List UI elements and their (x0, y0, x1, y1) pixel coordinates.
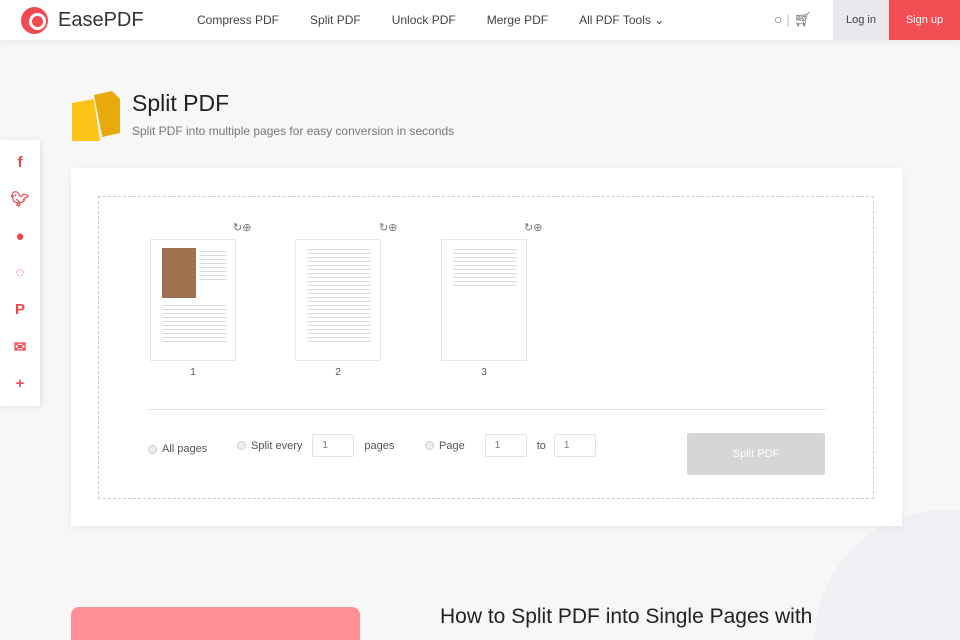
section-heading: How to Split PDF into Single Pages with (440, 605, 813, 628)
page-label: Page (439, 439, 465, 452)
nav-compress[interactable]: Compress PDF (197, 13, 279, 27)
all-pages-label: All pages (162, 443, 208, 455)
page-number: 3 (481, 367, 487, 378)
split-tool-card: ↻⊕ 1 ↻⊕ 2 ↻⊕ 3 All pages Split everypage… (71, 168, 902, 526)
split-every-input[interactable] (312, 434, 355, 457)
login-button[interactable]: Log in (833, 0, 889, 40)
page-title: Split PDF (132, 90, 230, 116)
whatsapp-icon[interactable]: ◌ (16, 264, 25, 281)
nav-all-tools[interactable]: All PDF Tools ⌄ (579, 13, 664, 27)
chevron-down-icon: ⌄ (654, 13, 665, 27)
nav-split[interactable]: Split PDF (310, 13, 361, 27)
option-all-pages[interactable]: All pages (148, 443, 207, 455)
radio-split-every[interactable] (237, 441, 246, 450)
illustration-card (71, 607, 360, 640)
to-label: to (536, 439, 546, 452)
brand-name[interactable]: EasePDF (58, 9, 144, 32)
page-from-input[interactable] (484, 434, 527, 457)
pages-label: pages (364, 439, 395, 452)
cart-icon[interactable]: 🛒︎ (794, 11, 812, 27)
radio-all-pages[interactable] (148, 444, 157, 454)
nav-unlock[interactable]: Unlock PDF (392, 13, 456, 27)
signup-button[interactable]: Sign up (889, 0, 960, 40)
nav-merge[interactable]: Merge PDF (487, 13, 548, 27)
divider (148, 409, 826, 410)
page-number: 1 (190, 367, 196, 378)
nav-all-tools-label: All PDF Tools (579, 13, 651, 27)
split-pdf-icon (72, 91, 120, 141)
page-number: 2 (335, 367, 341, 378)
rotate-icon[interactable]: ↻ (233, 222, 242, 234)
option-page-range[interactable]: Page to (425, 434, 596, 457)
page-to-input[interactable] (553, 434, 596, 457)
split-pdf-button[interactable]: Split PDF (687, 433, 825, 475)
page-thumbnail[interactable] (441, 239, 527, 361)
page-3-tools: ↻⊕ (524, 221, 542, 234)
email-icon[interactable]: ✉ (14, 338, 27, 356)
twitter-icon[interactable]: 🐦︎ (10, 190, 29, 208)
file-area: ↻⊕ 1 ↻⊕ 2 ↻⊕ 3 All pages Split everypage… (98, 196, 874, 499)
option-split-every[interactable]: Split every pages (237, 434, 394, 457)
radio-page-range[interactable] (425, 441, 434, 450)
social-share-bar: f 🐦︎ ● ◌ P ✉ + (0, 140, 40, 406)
zoom-icon[interactable]: ⊕ (388, 222, 397, 234)
zoom-icon[interactable]: ⊕ (533, 222, 542, 234)
page-1-tools: ↻⊕ (233, 221, 251, 234)
split-every-label: Split every (251, 439, 303, 452)
search-icon[interactable]: ○ (774, 11, 782, 27)
page-subtitle: Split PDF into multiple pages for easy c… (132, 124, 455, 138)
more-icon[interactable]: + (16, 375, 25, 392)
page-2-tools: ↻⊕ (379, 221, 397, 234)
facebook-icon[interactable]: f (18, 154, 23, 171)
zoom-icon[interactable]: ⊕ (242, 222, 251, 234)
pinterest-icon[interactable]: P (15, 301, 25, 318)
logo-icon[interactable] (21, 7, 48, 34)
top-nav: EasePDF Compress PDF Split PDF Unlock PD… (0, 0, 960, 40)
rotate-icon[interactable]: ↻ (379, 222, 388, 234)
page-thumbnail[interactable] (150, 239, 236, 361)
rotate-icon[interactable]: ↻ (524, 222, 533, 234)
reddit-icon[interactable]: ● (15, 228, 24, 245)
page-thumbnail[interactable] (295, 239, 381, 361)
